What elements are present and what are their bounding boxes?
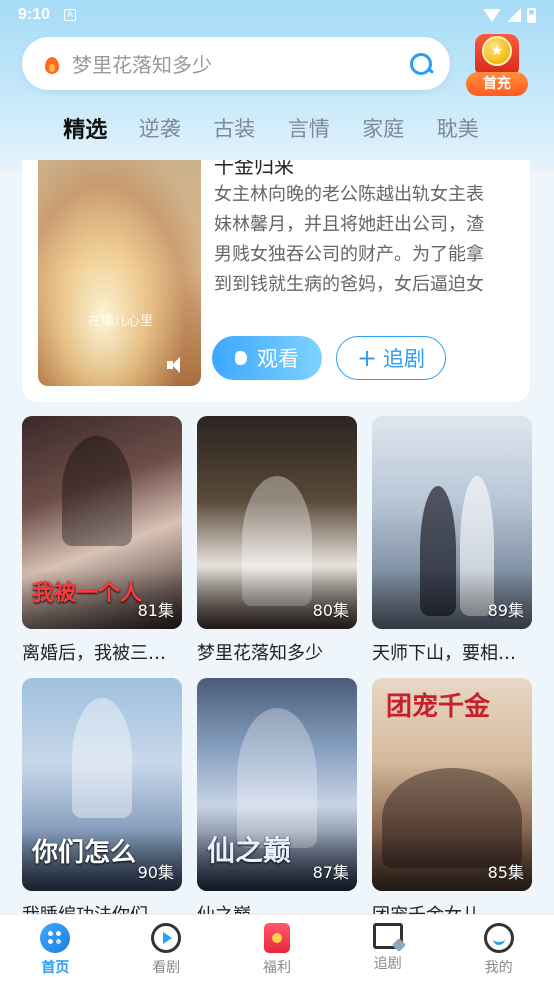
drama-card[interactable]: 我被一个人 81集 离婚后，我被三…: [22, 416, 182, 665]
nav-label: 追剧: [373, 956, 402, 972]
drama-thumbnail[interactable]: 仙之巅 87集: [197, 678, 357, 891]
drama-thumbnail[interactable]: 89集: [372, 416, 532, 629]
status-time: 9:10: [18, 6, 51, 23]
featured-poster[interactable]: 在墙儿心里: [38, 160, 201, 386]
play-circle-icon: [151, 923, 182, 953]
search-icon[interactable]: [410, 52, 432, 75]
episode-count: 90集: [137, 863, 174, 882]
flame-icon: [44, 54, 60, 74]
poster-overlay-text: 团宠千金: [386, 692, 491, 722]
poster-figure: [382, 768, 522, 868]
drama-card[interactable]: 80集 梦里花落知多少: [197, 416, 357, 665]
poster-figure: [237, 708, 317, 848]
featured-description: 女主林向晚的老公陈越出轨女主表妹林馨月，并且将她赶出公司，渣男贱女独吞公司的财产…: [214, 184, 484, 295]
watch-label: 观看: [257, 347, 299, 371]
drama-thumbnail[interactable]: 团宠千金 85集: [372, 678, 532, 891]
volume-icon[interactable]: [167, 356, 189, 374]
nav-home[interactable]: 首页: [0, 915, 111, 984]
poster-figure: [72, 698, 132, 818]
drama-card[interactable]: 89集 天师下山，要相…: [372, 416, 532, 665]
drama-title[interactable]: 梦里花落知多少: [197, 639, 357, 665]
drama-thumbnail[interactable]: 80集: [197, 416, 357, 629]
plus-icon: +: [356, 344, 378, 372]
nav-watch[interactable]: 看剧: [111, 915, 222, 984]
search-placeholder[interactable]: 梦里花落知多少: [72, 49, 410, 78]
watch-button[interactable]: 观看: [212, 336, 322, 380]
nav-label: 首页: [41, 960, 70, 976]
red-envelope-icon: [263, 923, 290, 953]
nav-label: 福利: [262, 960, 291, 976]
status-bar: 9:10 A: [0, 0, 554, 30]
poster-caption: 在墙儿心里: [88, 314, 154, 329]
featured-title: 千金归来: [214, 160, 294, 178]
first-recharge-promo[interactable]: ★ 首充: [466, 30, 528, 98]
poster-overlay-text: 仙之巅: [207, 834, 292, 867]
episode-count: 81集: [137, 601, 174, 620]
drama-thumbnail[interactable]: 你们怎么 90集: [22, 678, 182, 891]
star-coin-icon: ★: [482, 36, 512, 66]
category-tabs: 精选 逆袭 古装 言情 家庭 耽美: [48, 108, 518, 148]
drama-card[interactable]: 你们怎么 90集 我睡编功法你们…: [22, 678, 182, 927]
status-icons: [483, 7, 536, 23]
search-bar[interactable]: 梦里花落知多少: [22, 37, 450, 90]
wifi-icon: [483, 8, 501, 22]
episode-count: 87集: [312, 863, 349, 882]
home-icon: [40, 923, 71, 953]
tab-comeback[interactable]: 逆袭: [123, 113, 198, 143]
promo-label: 首充: [466, 72, 528, 96]
nav-profile[interactable]: 我的: [443, 915, 554, 984]
episode-count: 89集: [487, 601, 524, 620]
drama-card[interactable]: 仙之巅 87集 仙之巅: [197, 678, 357, 927]
notification-icon: A: [64, 9, 77, 21]
poster-figure: [460, 476, 494, 616]
episode-count: 80集: [312, 601, 349, 620]
drama-title[interactable]: 离婚后，我被三…: [22, 639, 182, 665]
poster-overlay-text: 我被一个人: [32, 581, 143, 606]
battery-icon: [527, 7, 536, 23]
tab-bl[interactable]: 耽美: [421, 113, 496, 143]
poster-figure: [242, 476, 312, 606]
drama-title[interactable]: 天师下山，要相…: [372, 639, 532, 665]
tab-featured[interactable]: 精选: [48, 112, 123, 144]
featured-drama-card[interactable]: 在墙儿心里 千金归来 女主林向晚的老公陈越出轨女主表妹林馨月，并且将她赶出公司，…: [22, 160, 530, 402]
poster-figure: [62, 436, 132, 546]
poster-overlay-text: 你们怎么: [32, 838, 137, 868]
tab-costume[interactable]: 古装: [197, 113, 272, 143]
bottom-nav: 首页 看剧 福利 追剧 我的: [0, 914, 554, 984]
drama-thumbnail[interactable]: 我被一个人 81集: [22, 416, 182, 629]
drama-card[interactable]: 团宠千金 85集 团宠千金女儿…: [372, 678, 532, 927]
nav-label: 看剧: [152, 960, 181, 976]
profile-icon: [483, 923, 514, 953]
follow-label: 追剧: [383, 347, 426, 371]
episode-count: 85集: [487, 863, 524, 882]
nav-welfare[interactable]: 福利: [222, 915, 333, 984]
nav-follow[interactable]: 追剧: [332, 915, 443, 984]
nav-label: 我的: [484, 960, 513, 976]
tab-romance[interactable]: 言情: [272, 113, 347, 143]
folder-star-icon: [372, 923, 403, 949]
signal-icon: [507, 8, 521, 22]
tab-family[interactable]: 家庭: [346, 113, 421, 143]
follow-button[interactable]: + 追剧: [336, 336, 446, 380]
play-icon: [235, 351, 247, 365]
poster-figure: [420, 486, 456, 616]
